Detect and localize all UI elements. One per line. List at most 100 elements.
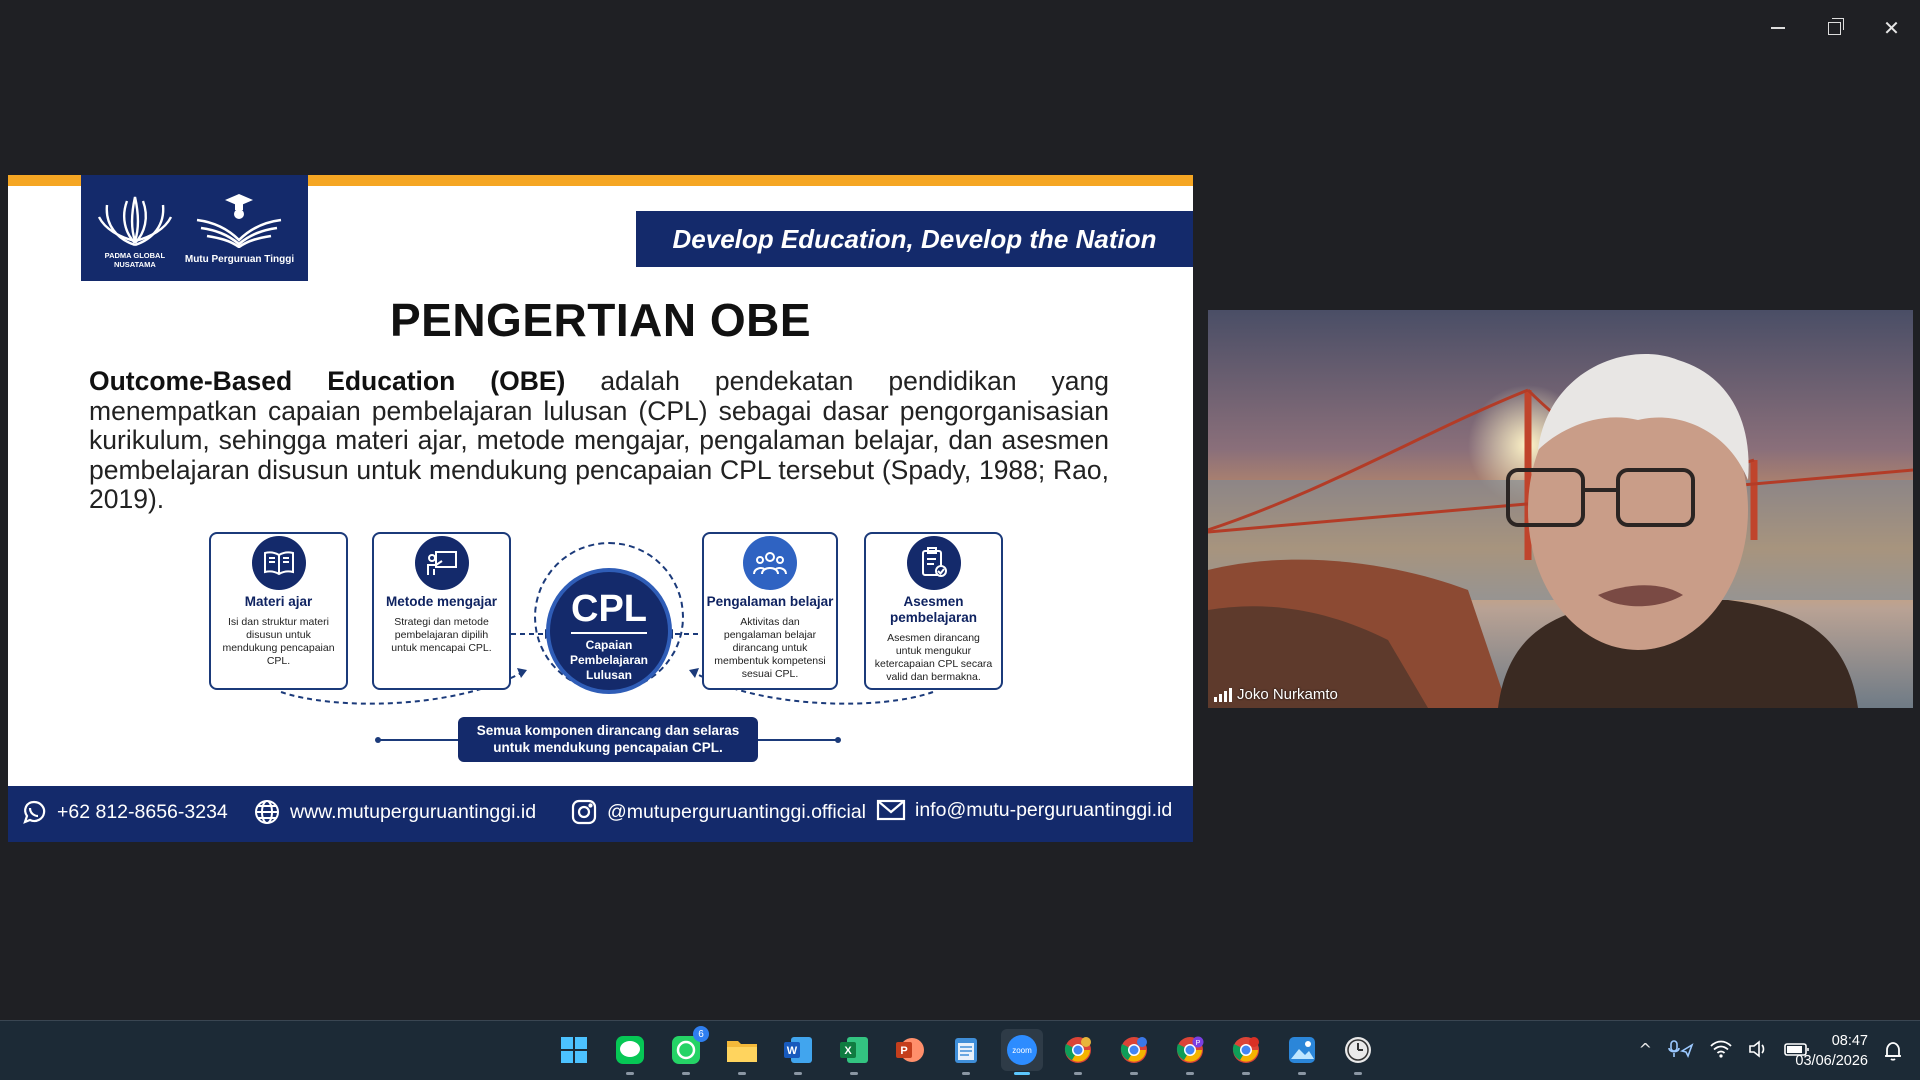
- taskbar-zoom[interactable]: zoom: [1001, 1029, 1043, 1075]
- minimize-icon: [1770, 27, 1785, 29]
- windows-taskbar: 6 W X P zoom P ^ 08:47 03/06/2026: [0, 1020, 1920, 1080]
- cpl-divider: [571, 632, 647, 634]
- slide-title: PENGERTIAN OBE: [389, 294, 812, 346]
- mail-icon: [876, 799, 906, 821]
- cpl-line2: Pembelajaran: [569, 653, 649, 667]
- cpl-circle: CPL Capaian Pembelajaran Lulusan: [546, 568, 672, 694]
- email-address: info@mutu-perguruantinggi.id: [915, 798, 1173, 821]
- lotus-icon: [97, 196, 172, 247]
- close-icon: ✕: [1883, 16, 1900, 40]
- taskbar-chrome-3[interactable]: P: [1169, 1029, 1211, 1075]
- restore-button[interactable]: [1806, 0, 1863, 56]
- taskbar-word[interactable]: W: [777, 1029, 819, 1075]
- obe-diagram: Materi ajar Isi dan struktur materi disu…: [193, 532, 1023, 764]
- clock-time: 08:47: [1831, 1033, 1868, 1049]
- graduation-book-icon: [197, 193, 282, 248]
- participant-video-tile[interactable]: Joko Nurkamto: [1208, 310, 1913, 708]
- chrome-icon-3: P: [1176, 1036, 1204, 1063]
- mutu-caption: Mutu Perguruan Tinggi: [184, 253, 295, 265]
- footer-website: www.mutuperguruantinggi.id: [253, 798, 536, 826]
- chrome-icon-2: [1120, 1037, 1147, 1063]
- website-url: www.mutuperguruantinggi.id: [290, 800, 537, 823]
- padma-caption-2: NUSATAMA: [113, 259, 156, 269]
- wifi-icon[interactable]: [1710, 1040, 1732, 1058]
- card-materi-ajar: Materi ajar Isi dan struktur materi disu…: [209, 532, 348, 690]
- shared-slide: PADMA GLOBAL NUSATAMA Mutu Perguruan Tin…: [8, 175, 1193, 842]
- taskbar-whatsapp[interactable]: 6: [665, 1026, 709, 1075]
- profile-letter: P: [1196, 1040, 1201, 1047]
- card-desc: Asesmen dirancang untuk mengukur keterca…: [874, 632, 993, 683]
- file-explorer-icon: [727, 1041, 757, 1062]
- card-metode-mengajar: Metode mengajar Strategi dan metode pemb…: [372, 532, 511, 690]
- close-button[interactable]: ✕: [1863, 0, 1920, 56]
- clock-app-icon: [1345, 1037, 1371, 1063]
- card-desc: Aktivitas dan pengalaman belajar diranca…: [714, 616, 826, 680]
- instagram-handle: @mutuperguruantinggi.official: [607, 800, 867, 823]
- restore-icon: [1828, 17, 1844, 35]
- body-bold-term: Outcome-Based Education (OBE): [89, 366, 566, 396]
- taskbar-excel[interactable]: X: [833, 1029, 875, 1075]
- card-pengalaman-belajar: Pengalaman belajar Aktivitas dan pengala…: [702, 532, 838, 690]
- minimize-button[interactable]: [1749, 0, 1806, 56]
- card-desc: Isi dan struktur materi disusun untuk me…: [222, 616, 335, 667]
- signal-bars-icon: [1214, 687, 1232, 702]
- taskbar-file-explorer[interactable]: [721, 1029, 763, 1075]
- participant-name: Joko Nurkamto: [1237, 686, 1338, 703]
- zoom-label: zoom: [1012, 1046, 1032, 1055]
- group-people-icon: [743, 536, 797, 590]
- participant-name-label: Joko Nurkamto: [1214, 686, 1338, 703]
- taskbar-apps: 6 W X P zoom P: [553, 1026, 1379, 1075]
- volume-icon[interactable]: [1748, 1040, 1768, 1058]
- slide-footer: +62 812-8656-3234 www.mutuperguruantingg…: [8, 786, 1193, 842]
- window-controls: ✕: [1749, 0, 1920, 56]
- svg-text:X: X: [844, 1045, 852, 1057]
- notification-bell-icon[interactable]: [1884, 1041, 1902, 1066]
- taskbar-notepad[interactable]: [945, 1029, 987, 1075]
- note-line1: Semua komponen dirancang dan selaras: [476, 723, 740, 738]
- taskbar-line[interactable]: [609, 1029, 651, 1075]
- system-tray: ^: [1639, 1039, 1810, 1059]
- cpl-line1: Capaian: [585, 638, 633, 652]
- whatsapp-badge: 6: [693, 1026, 709, 1042]
- line-app-icon: [616, 1036, 644, 1064]
- microphone-location-icon[interactable]: [1668, 1039, 1694, 1059]
- windows-start-icon: [561, 1037, 587, 1063]
- excel-icon: X: [840, 1037, 868, 1063]
- cpl-line3: Lulusan: [585, 668, 632, 682]
- logo-panel: PADMA GLOBAL NUSATAMA Mutu Perguruan Tin…: [81, 175, 308, 281]
- notepad-icon: [955, 1038, 977, 1063]
- taskbar-chrome-1[interactable]: [1057, 1029, 1099, 1075]
- system-clock[interactable]: 08:47 03/06/2026: [1795, 1031, 1868, 1071]
- card-title: Metode mengajar: [385, 594, 498, 609]
- chrome-icon-1: [1064, 1037, 1091, 1063]
- checklist-icon: [906, 536, 961, 590]
- footer-email: info@mutu-perguruantinggi.id: [876, 798, 1172, 822]
- alignment-note: Semua komponen dirancang dan selaras unt…: [458, 717, 758, 762]
- taskbar-clock-app[interactable]: [1337, 1029, 1379, 1075]
- taskbar-chrome-4[interactable]: [1225, 1029, 1267, 1075]
- clock-date: 03/06/2026: [1795, 1053, 1868, 1069]
- instagram-icon: [571, 799, 597, 825]
- chrome-icon-4: [1232, 1037, 1259, 1063]
- teacher-board-icon: [414, 536, 469, 590]
- note-line2: untuk mendukung pencapaian CPL.: [493, 740, 723, 755]
- mutu-logo: Mutu Perguruan Tinggi: [185, 192, 294, 265]
- taskbar-photos[interactable]: [1281, 1029, 1323, 1075]
- taskbar-powerpoint[interactable]: P: [889, 1029, 931, 1071]
- whatsapp-icon: [23, 800, 46, 824]
- svg-text:P: P: [900, 1045, 907, 1057]
- footer-phone: +62 812-8656-3234: [20, 798, 228, 826]
- start-button[interactable]: [553, 1029, 595, 1071]
- cpl-abbr: CPL: [571, 588, 647, 630]
- svg-text:W: W: [787, 1045, 798, 1057]
- padma-logo: PADMA GLOBAL NUSATAMA: [95, 187, 175, 269]
- zoom-icon: zoom: [1007, 1035, 1037, 1065]
- slide-body-text: Outcome-Based Education (OBE) adalah pen…: [89, 366, 1109, 515]
- show-hidden-icons-button[interactable]: ^: [1639, 1040, 1652, 1059]
- footer-instagram: @mutuperguruantinggi.official: [570, 798, 866, 826]
- card-title: Asesmen pembelajaran: [889, 594, 978, 625]
- taskbar-chrome-2[interactable]: [1113, 1029, 1155, 1075]
- globe-icon: [255, 800, 279, 824]
- card-title: Pengalaman belajar: [706, 594, 834, 609]
- phone-number: +62 812-8656-3234: [57, 800, 228, 823]
